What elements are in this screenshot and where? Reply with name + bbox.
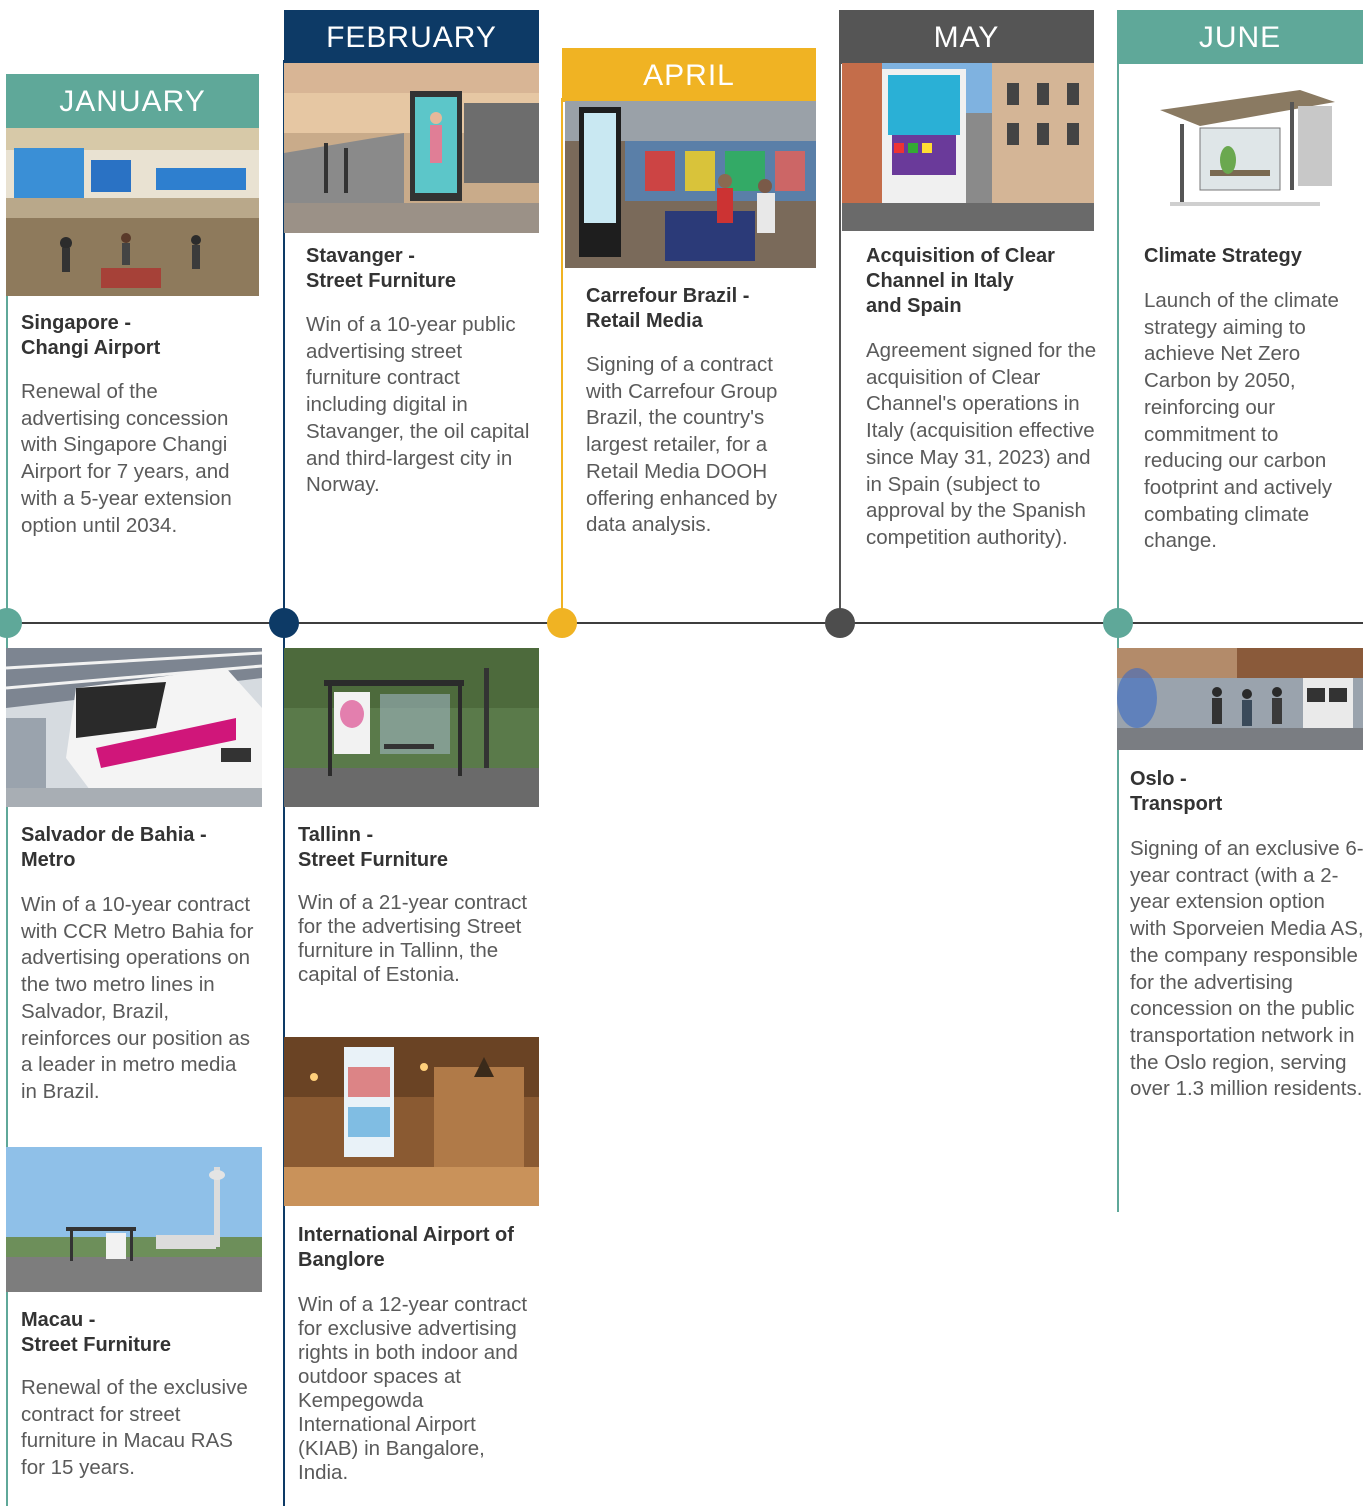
bus-shelter-render [1140, 80, 1340, 215]
carrefour-title: Carrefour Brazil - Retail Media [586, 285, 750, 332]
timeline-axis [0, 622, 1363, 624]
climate-title: Climate Strategy [1144, 245, 1302, 267]
month-header-june: JUNE [1117, 10, 1363, 64]
city-street-billboard-photo [842, 63, 1094, 231]
clear-channel-title: Acquisition of Clear Channel in Italy and … [866, 245, 1055, 317]
month-header-may: MAY [839, 10, 1094, 64]
carrefour-description: Signing of a contract with Carrefour Gro… [586, 353, 778, 537]
tallinn-description: Win of a 21-year contract for the advert… [298, 891, 528, 986]
month-header-february: FEBRUARY [284, 10, 539, 64]
tallinn-bus-shelter-photo [284, 648, 539, 807]
clear-channel-description: Agreement signed for the acquisition of … [866, 339, 1097, 549]
tallinn-title: Tallinn - Street Furniture [298, 824, 449, 871]
oslo-description: Signing of an exclusive 6-year contract … [1130, 837, 1363, 1101]
may-connector [839, 60, 841, 624]
february-marker [269, 608, 299, 638]
supermarket-screen-photo [565, 101, 816, 268]
macau-title: Macau - Street Furniture [21, 1309, 172, 1356]
airport-terminal-photo [284, 1037, 539, 1206]
oslo-train-platform-photo [1117, 648, 1363, 750]
oslo-title: Oslo - Transport [1130, 768, 1223, 815]
salvador-title: Salvador de Bahia - Metro [21, 824, 207, 871]
may-marker [825, 608, 855, 638]
salvador-description: Win of a 10-year contract with CCR Metro… [21, 893, 254, 1103]
bangalore-description: Win of a 12-year contract for exclusive … [298, 1293, 528, 1484]
singapore-title: Singapore - Changi Airport [21, 312, 161, 359]
stavanger-title: Stavanger - Street Furniture [306, 245, 457, 292]
metro-train-photo [6, 648, 262, 807]
street-billboard-photo [284, 63, 539, 233]
month-header-january: JANUARY [6, 74, 259, 128]
january-connector [6, 120, 8, 1506]
bangalore-title: International Airport of Banglore [298, 1224, 514, 1271]
macau-bus-shelter-photo [6, 1147, 262, 1292]
january-marker [0, 608, 22, 638]
april-connector [561, 98, 563, 624]
month-header-april: APRIL [562, 48, 816, 102]
april-marker [547, 608, 577, 638]
macau-description: Renewal of the exclusive contract for st… [21, 1376, 248, 1480]
airport-hall-photo [6, 128, 259, 296]
singapore-description: Renewal of the advertising concession wi… [21, 380, 232, 537]
june-marker [1103, 608, 1133, 638]
climate-description: Launch of the climate strategy aiming to… [1144, 289, 1339, 553]
stavanger-description: Win of a 10-year public advertising stre… [306, 313, 530, 497]
